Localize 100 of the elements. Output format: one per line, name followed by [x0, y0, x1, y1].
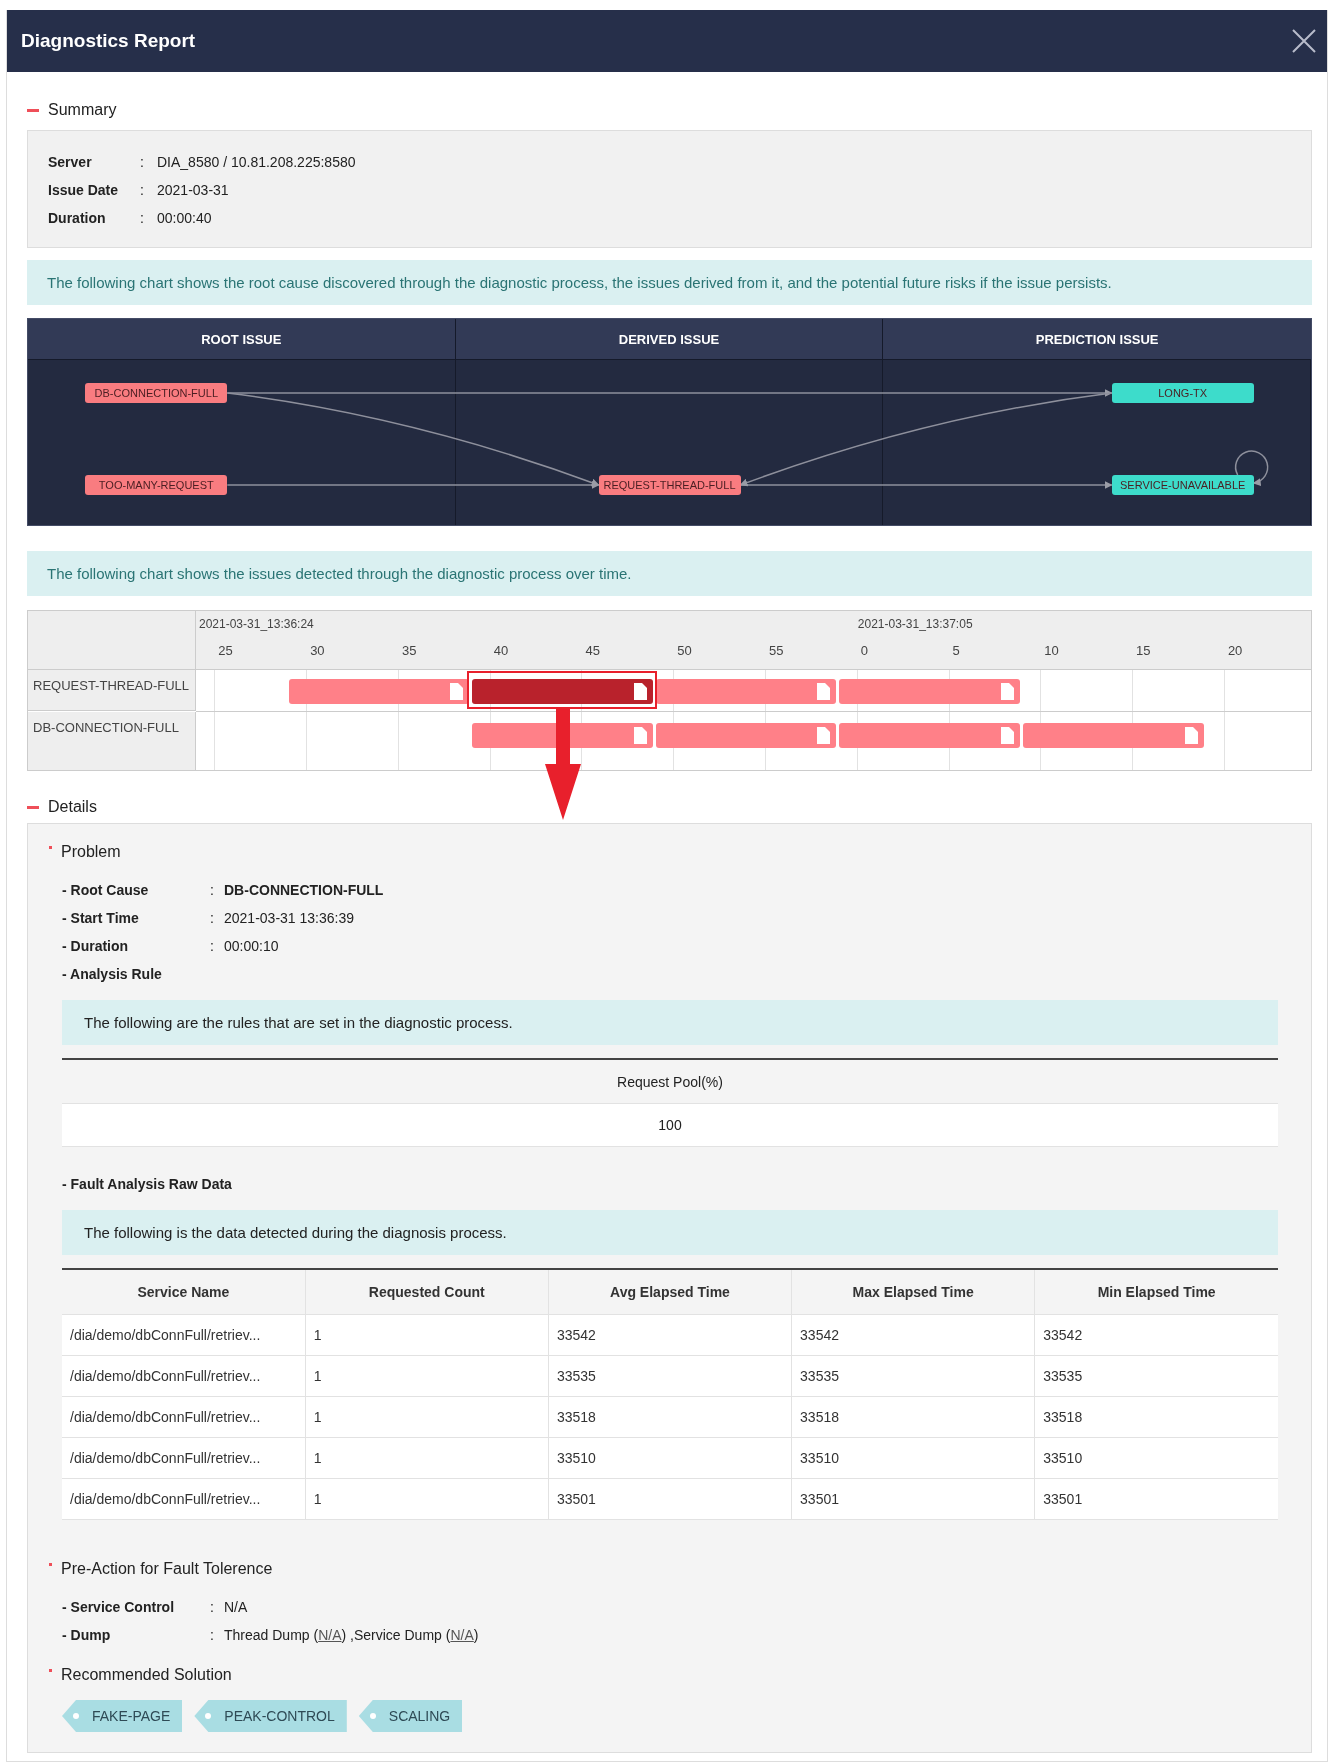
issue-node: TOO-MANY-REQUEST — [85, 475, 228, 495]
axis-tick-label: 20 — [1227, 643, 1243, 658]
link[interactable]: N/A — [318, 1627, 342, 1643]
field-value: N/A — [224, 1599, 249, 1615]
table-cell: 33535 — [548, 1355, 792, 1397]
column-header: PREDICTION ISSUE — [1034, 330, 1160, 349]
field-value: 00:00:40 — [157, 210, 213, 226]
axis-tick-label: 10 — [1044, 643, 1059, 658]
table-cell: 1 — [305, 1396, 549, 1438]
field-label: - Analysis Rule — [62, 966, 163, 982]
separator: : — [140, 210, 145, 226]
solution-tag[interactable]: SCALING — [358, 1700, 463, 1732]
separator: : — [140, 154, 145, 170]
table-cell: 33501 — [1034, 1478, 1278, 1520]
axis-tick-label: 45 — [585, 643, 600, 658]
close-icon — [1291, 28, 1317, 54]
table-cell: /dia/demo/dbConnFull/retriev... — [62, 1314, 306, 1356]
issue-node: REQUEST-THREAD-FULL — [598, 475, 741, 495]
table-cell: /dia/demo/dbConnFull/retriev... — [62, 1437, 306, 1479]
field-label: Issue Date — [48, 182, 120, 198]
column-header: Avg Elapsed Time — [548, 1269, 792, 1315]
issue-node: DB-CONNECTION-FULL — [85, 383, 228, 403]
field-value: DB-CONNECTION-FULL — [224, 882, 385, 898]
table-cell: 33501 — [791, 1478, 1035, 1520]
subsection-title: Recommended Solution — [61, 1666, 232, 1684]
table-cell: /dia/demo/dbConnFull/retriev... — [62, 1478, 306, 1520]
axis-tick-label: 35 — [401, 643, 417, 658]
field-value: DIA_8580 / 10.81.208.225:8580 — [157, 154, 357, 170]
field-value: Thread Dump (N/A) ,Service Dump (N/A) — [224, 1627, 480, 1643]
field-label: - Duration — [62, 938, 130, 954]
field-value: 00:00:10 — [224, 938, 280, 954]
section-title: Details — [48, 798, 97, 816]
table-cell: 1 — [305, 1355, 549, 1397]
table-cell: 1 — [305, 1478, 549, 1520]
axis-tick-label: 40 — [493, 643, 509, 658]
axis-tick-label: 30 — [310, 643, 325, 658]
link[interactable]: N/A — [450, 1627, 474, 1643]
bullet-icon — [49, 1562, 52, 1566]
axis-tick-label: 15 — [1136, 643, 1151, 658]
field-label: - Start Time — [62, 910, 140, 926]
info-note: The following is the data detected during the diagnosis process. — [62, 1210, 1278, 1255]
solution-tag[interactable]: PEAK-CONTROL — [194, 1700, 347, 1732]
lane-label: DB-CONNECTION-FULL — [28, 712, 196, 770]
axis-date-label: 2021-03-31_13:37:05 — [857, 617, 973, 631]
bullet-icon — [49, 1668, 52, 1672]
field-value: 2021-03-31 — [157, 182, 230, 198]
table-cell: 33535 — [791, 1355, 1035, 1397]
column-header: Max Elapsed Time — [791, 1269, 1035, 1315]
separator: : — [210, 938, 215, 954]
field-label: - Service Control — [62, 1599, 176, 1615]
document-icon — [1000, 727, 1014, 744]
issue-bar[interactable] — [472, 723, 653, 748]
table-cell: 33542 — [791, 1314, 1035, 1356]
table-cell: 33518 — [548, 1396, 792, 1438]
bullet-icon — [49, 845, 52, 849]
document-icon — [633, 683, 647, 700]
axis-tick-label: 25 — [218, 643, 233, 658]
separator: : — [140, 182, 145, 198]
field-label: Duration — [48, 210, 107, 226]
separator: : — [210, 910, 215, 926]
table-cell: /dia/demo/dbConnFull/retriev... — [62, 1355, 306, 1397]
axis-tick-label: 5 — [952, 643, 960, 658]
dash-icon — [27, 805, 39, 809]
lane-label: REQUEST-THREAD-FULL — [28, 670, 196, 711]
window-title: Diagnostics Report — [21, 30, 196, 52]
solution-tag[interactable]: FAKE-PAGE — [62, 1700, 183, 1732]
dash-icon — [27, 108, 39, 112]
axis-tick-label: 50 — [677, 643, 692, 658]
table-cell: 33518 — [791, 1396, 1035, 1438]
table-cell: 33501 — [548, 1478, 792, 1520]
table-cell: 33510 — [1034, 1437, 1278, 1479]
axis-tick-label: 0 — [860, 643, 868, 658]
subsection-title: Problem — [61, 843, 121, 861]
document-icon — [633, 727, 647, 744]
field-label: Server — [48, 154, 93, 170]
document-icon — [1000, 683, 1014, 700]
field-label: - Dump — [62, 1627, 112, 1643]
table-cell: 33510 — [548, 1437, 792, 1479]
separator: : — [210, 1627, 215, 1643]
field-label: - Fault Analysis Raw Data — [62, 1175, 233, 1194]
document-icon — [817, 683, 831, 700]
field-value: 2021-03-31 13:36:39 — [224, 910, 355, 926]
separator: : — [210, 1599, 215, 1615]
section-title: Summary — [48, 101, 117, 119]
issue-bar[interactable] — [472, 679, 653, 704]
axis-date-label: 2021-03-31_13:36:24 — [199, 617, 314, 631]
table-cell: 1 — [305, 1314, 549, 1356]
field-label: - Root Cause — [62, 882, 150, 898]
column-header: Requested Count — [305, 1269, 549, 1315]
axis-tick-label: 55 — [769, 643, 784, 658]
column-header: Service Name — [62, 1269, 306, 1315]
info-note: The following chart shows the root cause discovered through the diagnostic process, the issues derived from it, and the potential future risks if the issue persists. — [27, 260, 1312, 305]
column-header: Request Pool(%) — [62, 1059, 1278, 1104]
table-cell: 33542 — [1034, 1314, 1278, 1356]
document-icon — [817, 727, 831, 744]
issue-node: SERVICE-UNAVAILABLE — [1111, 475, 1254, 495]
table-cell: 33510 — [791, 1437, 1035, 1479]
table-cell: 33535 — [1034, 1355, 1278, 1397]
separator: : — [210, 882, 215, 898]
issue-node: LONG-TX — [1111, 383, 1254, 403]
